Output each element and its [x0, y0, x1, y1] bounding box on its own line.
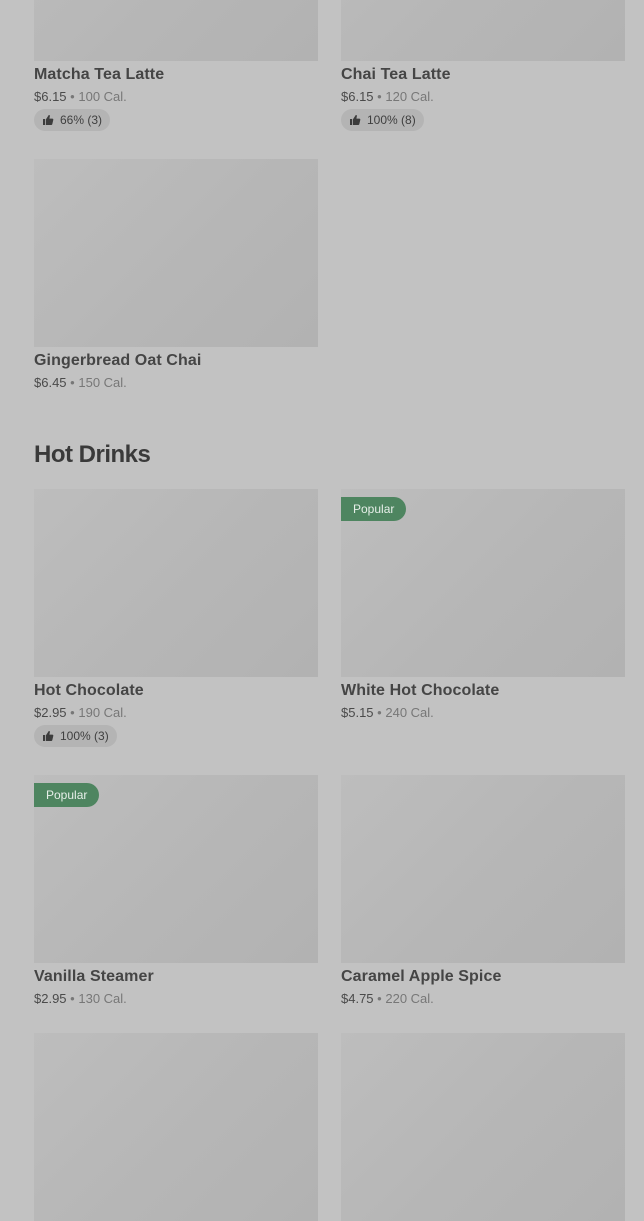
item-image[interactable] — [34, 1033, 318, 1221]
item-calories: 120 Cal. — [385, 89, 434, 104]
item-price: $6.45 — [34, 375, 67, 390]
item-price-calories: $2.95 • 190 Cal. — [34, 705, 318, 720]
item-name: White Hot Chocolate — [341, 682, 500, 699]
rating-text: 66% (3) — [60, 113, 103, 127]
item-price-calories: $6.15 • 120 Cal. — [341, 89, 625, 104]
item-image[interactable] — [341, 0, 625, 61]
separator-dot: • — [377, 705, 382, 720]
item-name: Vanilla Steamer — [34, 968, 154, 985]
item-calories: 190 Cal. — [78, 705, 127, 720]
separator-dot: • — [70, 89, 75, 104]
rating-text: 100% (3) — [60, 729, 109, 743]
popular-badge: Popular — [341, 497, 407, 521]
menu-item-card[interactable]: Chai Tea Latte $6.15 • 120 Cal. 100% (8) — [341, 0, 625, 131]
separator-dot: • — [70, 991, 75, 1006]
item-calories: 130 Cal. — [78, 991, 127, 1006]
item-price: $6.15 — [34, 89, 67, 104]
menu-item-card[interactable]: Popular White Hot Chocolate $5.15 • 240 … — [341, 489, 625, 720]
menu-item-card[interactable]: Matcha Tea Latte $6.15 • 100 Cal. 66% (3… — [34, 0, 318, 131]
rating-text: 100% (8) — [367, 113, 416, 127]
item-name: Hot Chocolate — [34, 682, 144, 699]
item-image[interactable] — [34, 489, 318, 677]
thumbs-up-icon — [42, 730, 54, 742]
item-calories: 220 Cal. — [385, 991, 434, 1006]
item-price-calories: $6.15 • 100 Cal. — [34, 89, 318, 104]
item-name: Caramel Apple Spice — [341, 968, 502, 985]
item-price: $6.15 — [341, 89, 374, 104]
menu-item-card[interactable]: Caramel Apple Spice $4.75 • 220 Cal. — [341, 775, 625, 1006]
item-calories: 240 Cal. — [385, 705, 434, 720]
item-calories: 150 Cal. — [78, 375, 127, 390]
item-price-calories: $6.45 • 150 Cal. — [34, 375, 318, 390]
rating-pill: 66% (3) — [34, 109, 111, 131]
item-name: Chai Tea Latte — [341, 66, 451, 83]
popular-badge: Popular — [34, 783, 100, 807]
menu-item-card[interactable] — [341, 1033, 625, 1221]
thumbs-up-icon — [349, 114, 361, 126]
separator-dot: • — [70, 705, 75, 720]
item-price: $4.75 — [341, 991, 374, 1006]
item-price-calories: $2.95 • 130 Cal. — [34, 991, 318, 1006]
rating-pill: 100% (3) — [34, 725, 117, 747]
separator-dot: • — [377, 991, 382, 1006]
separator-dot: • — [70, 375, 75, 390]
item-image[interactable]: Popular — [341, 489, 625, 677]
item-calories: 100 Cal. — [78, 89, 127, 104]
menu-item-card[interactable]: Popular Vanilla Steamer $2.95 • 130 Cal. — [34, 775, 318, 1006]
item-image[interactable] — [34, 159, 318, 347]
item-price: $2.95 — [34, 705, 67, 720]
rating-pill: 100% (8) — [341, 109, 424, 131]
item-name: Matcha Tea Latte — [34, 66, 165, 83]
item-price-calories: $5.15 • 240 Cal. — [341, 705, 625, 720]
item-image[interactable] — [341, 775, 625, 963]
item-image[interactable]: Popular — [34, 775, 318, 963]
item-name: Gingerbread Oat Chai — [34, 352, 202, 369]
item-price-calories: $4.75 • 220 Cal. — [341, 991, 625, 1006]
menu-item-card[interactable]: Gingerbread Oat Chai $6.45 • 150 Cal. — [34, 159, 318, 390]
item-price: $2.95 — [34, 991, 67, 1006]
thumbs-up-icon — [42, 114, 54, 126]
separator-dot: • — [377, 89, 382, 104]
menu-item-card[interactable] — [34, 1033, 318, 1221]
item-image[interactable] — [34, 0, 318, 61]
item-price: $5.15 — [341, 705, 374, 720]
section-title-hot-drinks: Hot Drinks — [34, 441, 151, 468]
menu-item-card[interactable]: Hot Chocolate $2.95 • 190 Cal. 100% (3) — [34, 489, 318, 747]
item-image[interactable] — [341, 1033, 625, 1221]
